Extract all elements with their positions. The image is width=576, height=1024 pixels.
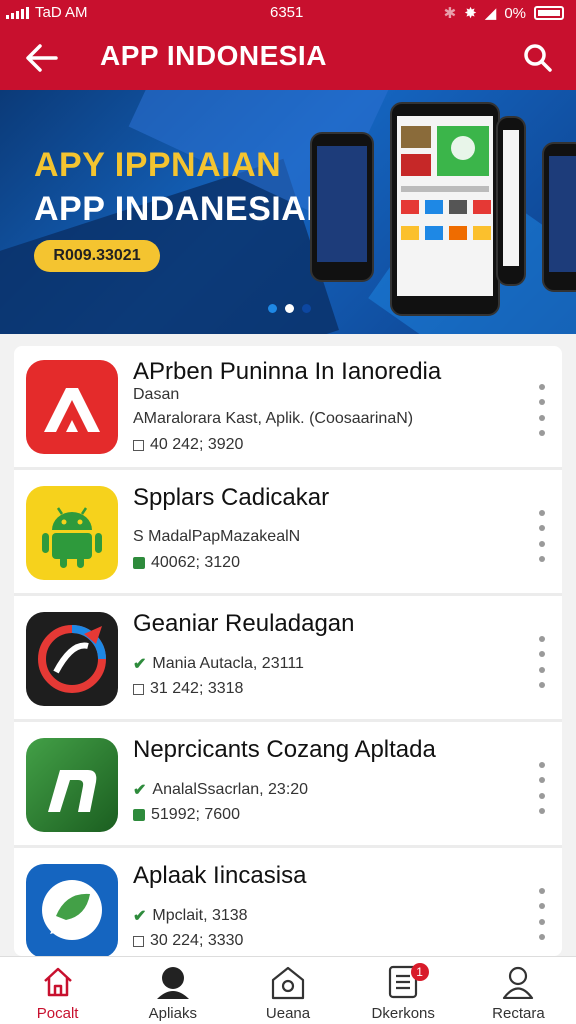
phone-illustration xyxy=(496,116,526,286)
nav-item-updates[interactable]: 1 Dkerkons xyxy=(346,957,461,1024)
app-name: Aplaak Iincasisa xyxy=(133,862,307,889)
app-description: AMaralorara Kast, Aplik. (CoosaarinaN) xyxy=(133,410,414,427)
signal-icon xyxy=(6,6,29,19)
app-stats: 40 242; 3920 xyxy=(133,436,243,454)
search-button[interactable] xyxy=(518,38,558,78)
green-square-icon xyxy=(133,809,145,821)
banner-headline: APY IPPNAIAN xyxy=(34,146,282,184)
profile-icon xyxy=(503,966,534,999)
banner-price-pill[interactable]: R009.33021 xyxy=(34,240,160,272)
app-header-bar: TaD AM 6351 ✱ ✸ ◢ 0% APP INDONESIA xyxy=(0,0,576,90)
app-name: APrben Puninna In Ianoredia xyxy=(133,358,442,385)
person-icon xyxy=(156,967,189,999)
carousel-dot[interactable] xyxy=(302,304,311,313)
nav-item-profile[interactable]: Rectara xyxy=(461,957,576,1024)
carousel-indicator[interactable] xyxy=(268,304,311,313)
more-options-button[interactable] xyxy=(536,636,548,688)
android-icon xyxy=(26,486,118,580)
list-item[interactable]: Geaniar Reuladagan ✔ Mania Autacla, 2311… xyxy=(14,598,562,722)
checkbox-icon xyxy=(133,439,144,451)
green-square-icon xyxy=(133,557,145,569)
checkbox-icon xyxy=(133,683,144,695)
banner-subheadline: APP INDANESIAI xyxy=(34,190,317,228)
list-item[interactable]: Neprcicants Cozang Apltada ✔ AnalalSsacr… xyxy=(14,724,562,848)
list-item[interactable]: APrben Puninna In Ianoredia Dasan AMaral… xyxy=(14,346,562,470)
wifi-icon: ◢ xyxy=(484,5,497,22)
status-center-text: 6351 xyxy=(270,4,304,21)
verified-check-icon: ✔ xyxy=(133,782,147,799)
carousel-dot-active[interactable] xyxy=(285,304,294,313)
arrow-left-icon xyxy=(26,44,58,72)
app-publisher: Dasan xyxy=(133,386,180,403)
app-description: ✔ AnalalSsacrlan, 23:20 xyxy=(133,781,309,799)
list-item[interactable]: Spplars Cadicakar S MadalPapMazakealN 40… xyxy=(14,472,562,596)
search-icon xyxy=(524,44,552,72)
list-item[interactable]: Aplaak Iincasisa ✔ Mpclait, 3138 30 224;… xyxy=(14,850,562,956)
phone-illustration xyxy=(390,102,500,316)
app-stats: 31 242; 3318 xyxy=(133,680,243,698)
nav-item-explore[interactable]: Ueana xyxy=(230,957,345,1024)
promo-banner[interactable]: APY IPPNAIAN APP INDANESIAI R009.33021 xyxy=(0,90,576,334)
more-options-button[interactable] xyxy=(536,510,548,562)
app-name: Neprcicants Cozang Apltada xyxy=(133,736,436,763)
battery-icon xyxy=(534,6,564,20)
verified-check-icon: ✔ xyxy=(133,908,147,925)
app-stats: 30 224; 3330 xyxy=(133,932,243,950)
home-icon xyxy=(43,967,72,997)
red-a-icon xyxy=(26,360,118,454)
nav-item-apps[interactable]: Apliaks xyxy=(115,957,230,1024)
more-options-button[interactable] xyxy=(536,888,548,940)
verified-check-icon: ✔ xyxy=(133,656,147,673)
status-bar: TaD AM 6351 ✱ ✸ ◢ 0% xyxy=(0,0,576,26)
back-button[interactable] xyxy=(22,40,62,76)
app-list: APrben Puninna In Ianoredia Dasan AMaral… xyxy=(14,346,562,956)
phone-illustration xyxy=(310,132,374,282)
battery-percent: 0% xyxy=(504,4,526,22)
app-name: Spplars Cadicakar xyxy=(133,484,330,511)
notification-badge: 1 xyxy=(410,963,429,981)
checkbox-icon xyxy=(133,935,144,947)
green-n-icon xyxy=(26,738,118,832)
app-name: Geaniar Reuladagan xyxy=(133,610,355,637)
dnd-icon: ✸ xyxy=(464,5,477,22)
phone-illustration xyxy=(542,142,576,292)
more-options-button[interactable] xyxy=(536,762,548,814)
bottom-navigation: Pocalt Apliaks Ueana 1 Dkerkons Rectara xyxy=(0,956,576,1024)
app-description: ✔ Mania Autacla, 23111 xyxy=(133,655,304,673)
bluetooth-icon: ✱ xyxy=(443,5,457,22)
more-options-button[interactable] xyxy=(536,384,548,436)
page-title: APP INDONESIA xyxy=(100,40,327,71)
swirl-icon xyxy=(26,612,118,706)
app-stats: 40062; 3120 xyxy=(133,554,240,572)
chat-bubble-icon xyxy=(26,864,118,956)
carousel-dot[interactable] xyxy=(268,304,277,313)
app-screen-illustration xyxy=(401,126,491,240)
app-description: S MadalPapMazakealN xyxy=(133,528,301,545)
house-outline-icon xyxy=(271,966,305,1000)
nav-item-home[interactable]: Pocalt xyxy=(0,957,115,1024)
app-description: ✔ Mpclait, 3138 xyxy=(133,907,248,925)
app-stats: 51992; 7600 xyxy=(133,806,240,824)
status-time: TaD AM xyxy=(35,4,88,21)
